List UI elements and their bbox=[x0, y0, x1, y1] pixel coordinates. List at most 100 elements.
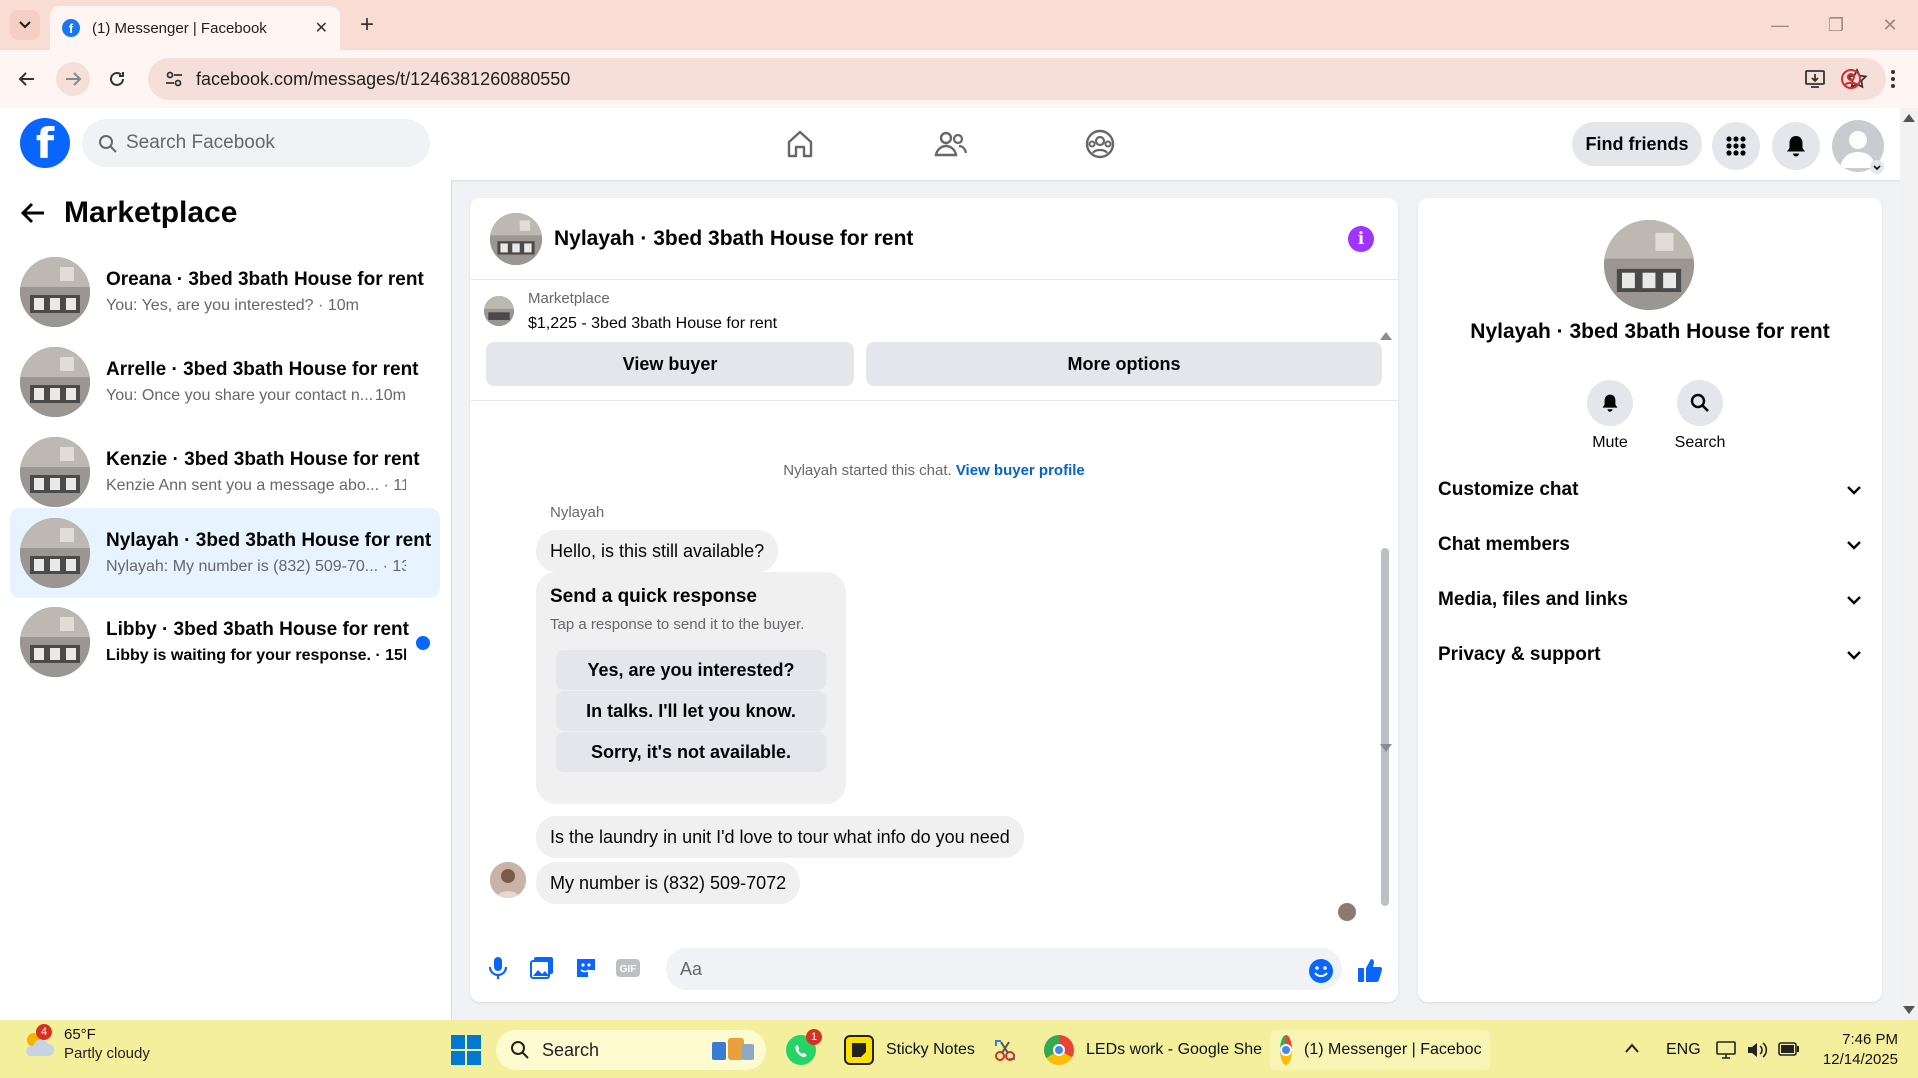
media-files-links-section[interactable]: Media, files and links bbox=[1438, 578, 1862, 622]
quick-response-card: Send a quick response Tap a response to … bbox=[536, 572, 846, 804]
conversation-preview: Kenzie Ann sent you a message abo... · 1… bbox=[106, 477, 406, 494]
quick-response-option[interactable]: Sorry, it's not available. bbox=[556, 732, 826, 772]
page-scroll-up-icon[interactable] bbox=[1903, 114, 1915, 122]
conversation-name: Oreana · 3bed 3bath House for rent bbox=[106, 269, 424, 290]
browser-profile-icon[interactable] bbox=[1834, 62, 1868, 96]
chat-scrollbar[interactable] bbox=[1381, 548, 1389, 906]
conversation-item[interactable]: Libby · 3bed 3bath House for rent Libby … bbox=[10, 598, 440, 686]
quick-response-option[interactable]: In talks. I'll let you know. bbox=[556, 691, 826, 731]
facebook-search-input[interactable]: Search Facebook bbox=[82, 119, 430, 167]
close-tab-icon[interactable]: ✕ bbox=[315, 18, 328, 38]
conversation-item-active[interactable]: Nylayah · 3bed 3bath House for rent Nyla… bbox=[10, 508, 440, 598]
close-window-button[interactable]: ✕ bbox=[1862, 0, 1918, 50]
info-icon[interactable]: i bbox=[1348, 226, 1374, 252]
taskbar-search-label: Search bbox=[542, 1039, 600, 1060]
chevron-down-icon bbox=[19, 21, 31, 29]
system-clock[interactable]: 7:46 PM 12/14/2025 bbox=[1818, 1030, 1898, 1070]
divider bbox=[470, 400, 1398, 401]
thumbs-up-icon[interactable] bbox=[1356, 956, 1384, 984]
chat-members-section[interactable]: Chat members bbox=[1438, 523, 1862, 567]
snipping-tool-taskbar-item[interactable] bbox=[990, 1030, 1032, 1070]
page-scrollbar[interactable] bbox=[1900, 108, 1918, 1020]
reload-button[interactable] bbox=[100, 62, 134, 96]
site-info-icon[interactable] bbox=[164, 69, 184, 89]
listing-title[interactable]: $1,225 - 3bed 3bath House for rent bbox=[528, 315, 777, 333]
battery-icon[interactable] bbox=[1778, 1042, 1800, 1056]
friends-nav-icon[interactable] bbox=[932, 126, 968, 162]
sticky-notes-taskbar-item[interactable]: Sticky Notes bbox=[844, 1030, 975, 1070]
message-bubble[interactable]: Is the laundry in unit I'd love to tour … bbox=[536, 816, 1024, 858]
search-action[interactable]: Search bbox=[1660, 380, 1740, 452]
customize-chat-section[interactable]: Customize chat bbox=[1438, 468, 1862, 512]
tab-title: (1) Messenger | Facebook bbox=[92, 19, 267, 37]
windows-start-icon[interactable] bbox=[450, 1034, 482, 1070]
section-label: Chat members bbox=[1438, 534, 1570, 555]
conversation-item[interactable]: Arrelle · 3bed 3bath House for rent You:… bbox=[10, 338, 440, 426]
whatsapp-taskbar-item[interactable]: 1 bbox=[786, 1029, 828, 1070]
mute-action[interactable]: Mute bbox=[1570, 380, 1650, 452]
volume-icon[interactable] bbox=[1746, 1040, 1768, 1060]
language-indicator[interactable]: ENG bbox=[1666, 1030, 1701, 1070]
section-label: Privacy & support bbox=[1438, 644, 1601, 665]
reload-icon bbox=[110, 71, 124, 86]
tab-search-button[interactable] bbox=[10, 10, 40, 40]
house-avatar bbox=[20, 518, 90, 588]
photo-icon[interactable] bbox=[524, 950, 560, 986]
conversation-name: Libby · 3bed 3bath House for rent bbox=[106, 619, 409, 640]
tray-chevron-up-icon[interactable] bbox=[1624, 1042, 1640, 1054]
menu-grid-icon[interactable] bbox=[1712, 122, 1760, 170]
privacy-support-section[interactable]: Privacy & support bbox=[1438, 633, 1862, 677]
forward-button[interactable] bbox=[56, 62, 90, 96]
microphone-icon[interactable] bbox=[480, 950, 516, 986]
scroll-down-arrow-icon[interactable] bbox=[1380, 744, 1392, 752]
seen-avatar bbox=[1338, 903, 1356, 921]
view-buyer-profile-link[interactable]: View buyer profile bbox=[956, 462, 1085, 479]
weather-widget[interactable]: 4 65°F Partly cloudy bbox=[20, 1024, 150, 1062]
groups-nav-icon[interactable] bbox=[1082, 126, 1118, 162]
message-composer: GIF Aa bbox=[470, 940, 1398, 1002]
scroll-up-arrow-icon[interactable] bbox=[1380, 332, 1392, 340]
gif-icon[interactable]: GIF bbox=[610, 950, 646, 986]
conversation-name: Arrelle · 3bed 3bath House for rent bbox=[106, 359, 419, 380]
browser-toolbar: facebook.com/messages/t/1246381260880550 bbox=[0, 50, 1918, 108]
install-app-icon[interactable] bbox=[1804, 68, 1826, 90]
quick-response-option[interactable]: Yes, are you interested? bbox=[556, 650, 826, 690]
find-friends-button[interactable]: Find friends bbox=[1572, 122, 1702, 166]
chrome-messenger-taskbar-item[interactable]: (1) Messenger | Faceboc bbox=[1270, 1030, 1490, 1070]
clock-date: 12/14/2025 bbox=[1822, 1051, 1898, 1068]
chrome-sheets-taskbar-item[interactable]: LEDs work - Google She bbox=[1044, 1030, 1262, 1070]
back-button[interactable] bbox=[10, 62, 44, 96]
view-buyer-button[interactable]: View buyer bbox=[486, 342, 854, 386]
back-arrow-icon[interactable] bbox=[20, 201, 46, 225]
chevron-down-icon bbox=[1847, 541, 1861, 550]
browser-menu-icon[interactable] bbox=[1876, 62, 1910, 96]
browser-tab-active[interactable]: f (1) Messenger | Facebook ✕ bbox=[50, 6, 340, 50]
taskbar-search[interactable]: Search bbox=[496, 1030, 766, 1070]
more-options-button[interactable]: More options bbox=[866, 342, 1382, 386]
sender-avatar[interactable] bbox=[490, 862, 526, 898]
account-chevron-icon[interactable] bbox=[1870, 160, 1884, 174]
page-scroll-down-icon[interactable] bbox=[1903, 1006, 1915, 1014]
message-input[interactable]: Aa bbox=[666, 948, 1342, 990]
notifications-bell-icon[interactable] bbox=[1772, 122, 1820, 170]
emoji-icon[interactable] bbox=[1308, 958, 1334, 984]
chat-avatar[interactable] bbox=[490, 212, 542, 265]
weather-temp: 65°F bbox=[64, 1026, 96, 1043]
home-nav-icon[interactable] bbox=[782, 126, 818, 162]
address-bar[interactable]: facebook.com/messages/t/1246381260880550 bbox=[148, 58, 1886, 100]
facebook-logo-icon[interactable]: f bbox=[20, 118, 70, 168]
restore-button[interactable]: ❐ bbox=[1808, 0, 1864, 50]
conversation-item[interactable]: Oreana · 3bed 3bath House for rent You: … bbox=[10, 248, 440, 336]
new-tab-button[interactable]: + bbox=[352, 10, 382, 40]
message-bubble[interactable]: Hello, is this still available? bbox=[536, 530, 779, 572]
svg-text:GIF: GIF bbox=[620, 964, 637, 975]
conversation-item[interactable]: Kenzie · 3bed 3bath House for rent Kenzi… bbox=[10, 428, 440, 516]
sticker-icon[interactable] bbox=[568, 950, 604, 986]
listing-thumbnail bbox=[484, 296, 514, 326]
network-icon[interactable] bbox=[1716, 1040, 1738, 1060]
minimize-button[interactable]: — bbox=[1752, 0, 1808, 50]
message-bubble[interactable]: My number is (832) 509-7072 bbox=[536, 862, 801, 904]
unread-dot bbox=[416, 636, 430, 650]
taskbar-app-label: (1) Messenger | Faceboc bbox=[1304, 1041, 1482, 1058]
chat-title[interactable]: Nylayah · 3bed 3bath House for rent bbox=[554, 227, 913, 251]
